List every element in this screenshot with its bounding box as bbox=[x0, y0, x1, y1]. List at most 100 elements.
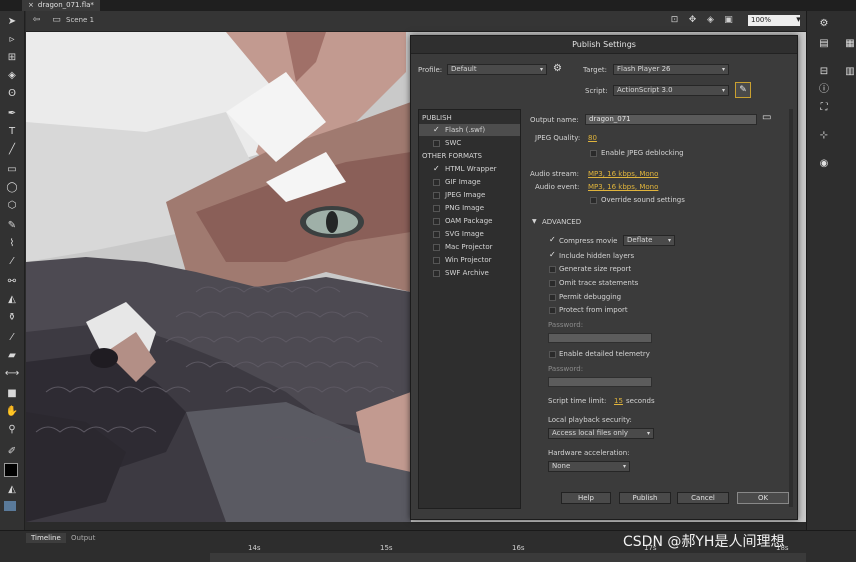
checkbox[interactable] bbox=[433, 192, 440, 199]
pencil-tool-icon[interactable]: ✎ bbox=[4, 219, 20, 233]
stroke-color-icon[interactable]: ✐ bbox=[4, 445, 20, 459]
checkmark-icon: ✓ bbox=[433, 125, 440, 134]
checkbox[interactable] bbox=[590, 150, 597, 157]
password-input-2[interactable] bbox=[548, 377, 652, 387]
list-item[interactable]: Win Projector bbox=[419, 254, 520, 266]
list-item[interactable]: GIF Image bbox=[419, 176, 520, 188]
eraser-tool-icon[interactable]: ▰ bbox=[4, 349, 20, 363]
zoom-select[interactable]: 100% bbox=[748, 15, 800, 26]
width-tool-icon[interactable]: ⟷ bbox=[4, 367, 20, 381]
lasso-tool-icon[interactable]: ʘ bbox=[4, 87, 20, 101]
list-item[interactable]: SWF Archive bbox=[419, 267, 520, 279]
publish-button[interactable]: Publish bbox=[619, 492, 671, 504]
local-playback-select[interactable]: Access local files only ▾ bbox=[548, 428, 654, 439]
chevron-down-icon[interactable]: ▼ bbox=[532, 218, 537, 225]
audio-stream-link[interactable]: MP3, 16 kbps, Mono bbox=[588, 170, 658, 178]
checkbox[interactable] bbox=[433, 179, 440, 186]
password-input[interactable] bbox=[548, 333, 652, 343]
cancel-button[interactable]: Cancel bbox=[677, 492, 729, 504]
fill-color-swatch[interactable] bbox=[4, 463, 18, 477]
bone-tool-icon[interactable]: ⚯ bbox=[4, 275, 20, 289]
script-select[interactable]: ActionScript 3.0 ▾ bbox=[613, 85, 729, 96]
pen-tool-icon[interactable]: ✒ bbox=[4, 107, 20, 121]
swatches-icon[interactable]: ▥ bbox=[843, 65, 856, 79]
chevron-down-icon[interactable]: ▾ bbox=[794, 16, 803, 25]
checkmark-icon[interactable]: ✓ bbox=[549, 236, 556, 244]
clip-icon[interactable]: ▣ bbox=[724, 16, 733, 25]
checkbox[interactable] bbox=[433, 218, 440, 225]
rectangle-tool-icon[interactable]: ▭ bbox=[4, 163, 20, 177]
list-item[interactable]: SVG Image bbox=[419, 228, 520, 240]
grid-icon[interactable]: ▦ bbox=[843, 37, 856, 51]
checkbox[interactable] bbox=[433, 257, 440, 264]
compress-select[interactable]: Deflate ▾ bbox=[623, 235, 675, 246]
checkbox[interactable] bbox=[549, 351, 556, 358]
edit-scene-icon[interactable]: ⊡ bbox=[670, 16, 679, 25]
list-item[interactable]: JPEG Image bbox=[419, 189, 520, 201]
edit-symbol-icon[interactable]: ✥ bbox=[688, 16, 697, 25]
list-item[interactable]: Mac Projector bbox=[419, 241, 520, 253]
eye-icon[interactable]: ◉ bbox=[817, 157, 831, 171]
center-stage-icon[interactable]: ◈ bbox=[706, 16, 715, 25]
library-icon[interactable]: ▤ bbox=[817, 37, 831, 51]
paint-brush-tool-icon[interactable]: ⌇ bbox=[4, 237, 20, 251]
checkbox[interactable] bbox=[433, 205, 440, 212]
checkbox[interactable] bbox=[549, 280, 556, 287]
checkbox[interactable] bbox=[590, 197, 597, 204]
checkbox[interactable] bbox=[433, 231, 440, 238]
code-snippets-icon[interactable]: ⊹ bbox=[817, 129, 831, 143]
gear-icon[interactable]: ⚙ bbox=[553, 63, 562, 74]
checkbox[interactable] bbox=[549, 307, 556, 314]
target-select[interactable]: Flash Player 26 ▾ bbox=[613, 64, 729, 75]
tab-timeline[interactable]: Timeline bbox=[26, 533, 66, 543]
document-tab[interactable]: × dragon_071.fla* bbox=[22, 0, 100, 11]
checkbox[interactable] bbox=[433, 244, 440, 251]
checkbox[interactable] bbox=[549, 266, 556, 273]
eyedropper-tool-icon[interactable]: ⁄ bbox=[4, 331, 20, 345]
align-icon[interactable]: ⊟ bbox=[817, 65, 831, 79]
checkbox[interactable] bbox=[549, 294, 556, 301]
transform-panel-icon[interactable]: ⛶ bbox=[817, 101, 831, 115]
properties-icon[interactable]: ⚙ bbox=[817, 17, 831, 31]
help-button[interactable]: Help bbox=[561, 492, 611, 504]
output-name-input[interactable]: dragon_071 bbox=[585, 114, 757, 125]
jpeg-quality-value[interactable]: 80 bbox=[588, 134, 597, 142]
selection-tool-icon[interactable]: ➤ bbox=[4, 15, 20, 29]
brush-tool-icon[interactable]: ⁄ bbox=[4, 255, 20, 269]
color-swatch[interactable] bbox=[4, 501, 16, 511]
transform-tool-icon[interactable]: ⊞ bbox=[4, 51, 20, 65]
folder-icon[interactable]: ▭ bbox=[762, 112, 771, 123]
oval-tool-icon[interactable]: ◯ bbox=[4, 181, 20, 195]
ink-bottle-tool-icon[interactable]: ⚱ bbox=[4, 311, 20, 325]
zoom-tool-icon[interactable]: ⚲ bbox=[4, 423, 20, 437]
back-arrow-icon[interactable]: ⇦ bbox=[32, 16, 41, 25]
3d-rotation-tool-icon[interactable]: ◈ bbox=[4, 69, 20, 83]
hand-tool-icon[interactable]: ✋ bbox=[4, 405, 20, 419]
checkmark-icon[interactable]: ✓ bbox=[549, 251, 556, 259]
list-item[interactable]: ✓ HTML Wrapper bbox=[419, 163, 520, 175]
list-item[interactable]: ✓ Flash (.swf) bbox=[419, 124, 520, 136]
camera-tool-icon[interactable]: ■ bbox=[4, 387, 20, 401]
text-tool-icon[interactable]: T bbox=[4, 125, 20, 139]
audio-event-link[interactable]: MP3, 16 kbps, Mono bbox=[588, 183, 658, 191]
scrollbar[interactable] bbox=[789, 109, 793, 507]
paint-bucket-tool-icon[interactable]: ◭ bbox=[4, 293, 20, 307]
line-tool-icon[interactable]: ╱ bbox=[4, 143, 20, 157]
paint-fill-icon[interactable]: ◭ bbox=[4, 483, 20, 497]
script-time-limit-value[interactable]: 15 bbox=[614, 397, 623, 405]
info-icon[interactable]: ⓘ bbox=[817, 83, 831, 97]
tab-output[interactable]: Output bbox=[66, 533, 100, 543]
list-item[interactable]: SWC bbox=[419, 137, 520, 149]
subselection-tool-icon[interactable]: ▹ bbox=[4, 33, 20, 47]
checkbox[interactable] bbox=[433, 270, 440, 277]
list-item[interactable]: PNG Image bbox=[419, 202, 520, 214]
profile-select[interactable]: Default ▾ bbox=[447, 64, 547, 75]
polystar-tool-icon[interactable]: ⬡ bbox=[4, 199, 20, 213]
advanced-section-toggle[interactable]: ADVANCED bbox=[542, 218, 581, 226]
hardware-acceleration-select[interactable]: None ▾ bbox=[548, 461, 630, 472]
list-item[interactable]: OAM Package bbox=[419, 215, 520, 227]
wrench-icon[interactable]: ✎ bbox=[735, 82, 751, 98]
ok-button[interactable]: OK bbox=[737, 492, 789, 504]
close-icon[interactable]: × bbox=[28, 1, 34, 9]
checkbox[interactable] bbox=[433, 140, 440, 147]
